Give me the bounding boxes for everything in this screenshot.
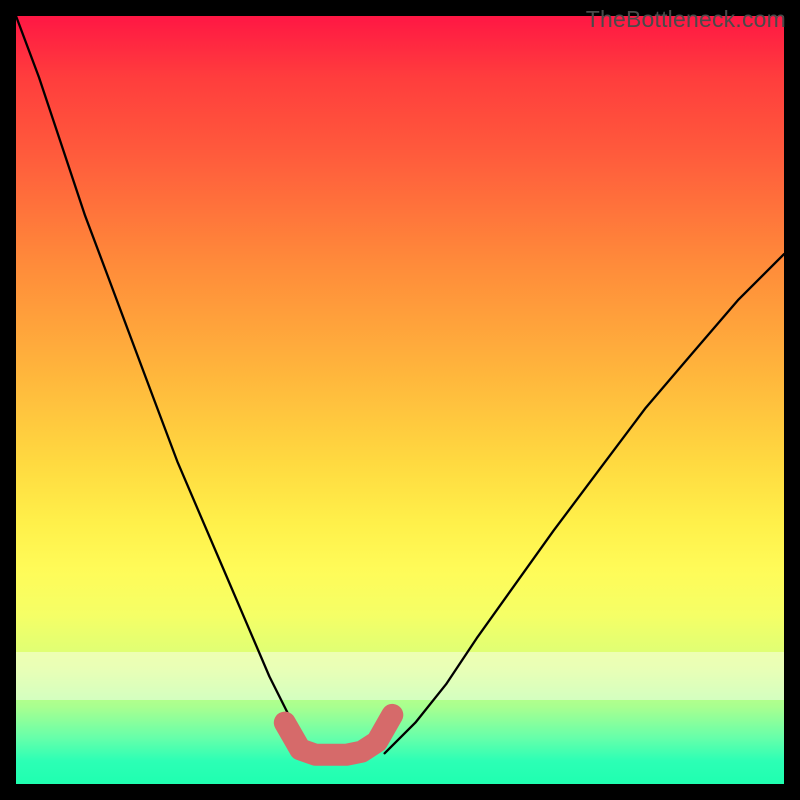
bowl-highlight — [285, 715, 393, 755]
plot-area — [16, 16, 784, 784]
watermark-label: TheBottleneck.com — [586, 6, 786, 33]
chart-stage: TheBottleneck.com — [0, 0, 800, 800]
curve-left-arm — [16, 16, 308, 753]
curve-right-arm — [385, 254, 784, 753]
plot-svg — [16, 16, 784, 784]
